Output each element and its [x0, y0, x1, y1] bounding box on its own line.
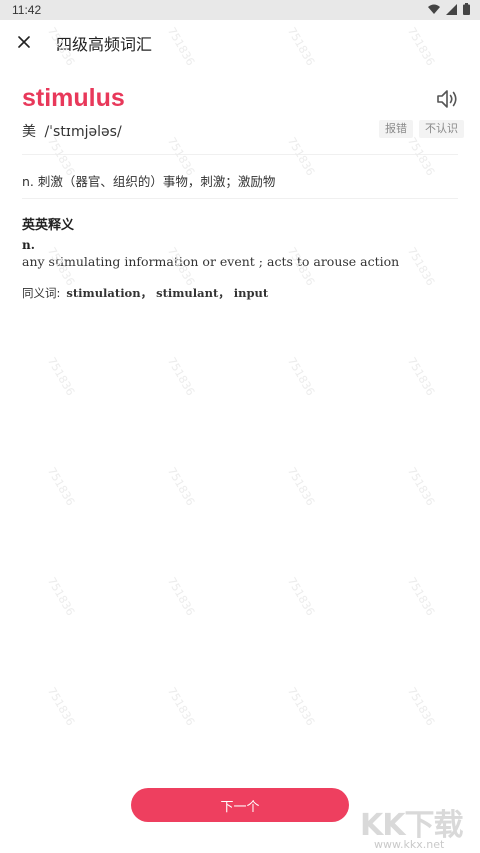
synonyms: 同义词: stimulation， stimulant， input — [22, 285, 268, 301]
page-title: 四级高频词汇 — [56, 35, 153, 54]
divider — [22, 198, 458, 199]
watermark-text: 751836 — [44, 685, 78, 728]
watermark-text: 751836 — [284, 135, 318, 178]
watermark-text: 751836 — [404, 135, 438, 178]
close-button[interactable] — [12, 30, 36, 54]
brand-url: www.kkx.net — [374, 838, 445, 851]
watermark-text: 751836 — [404, 685, 438, 728]
watermark-text: 751836 — [284, 575, 318, 618]
watermark-text: 751836 — [284, 465, 318, 508]
watermark-text: 751836 — [164, 355, 198, 398]
watermark-text: 751836 — [284, 355, 318, 398]
speaker-icon — [437, 90, 457, 108]
system-icons — [428, 3, 470, 15]
brand-watermark: KK下载 www.kkx.net — [360, 800, 478, 852]
headword: stimulus — [22, 84, 125, 112]
watermark-text: 751836 — [404, 465, 438, 508]
close-icon — [18, 36, 30, 48]
phonetic-region: 美 — [22, 124, 36, 140]
watermark-text: 751836 — [164, 465, 198, 508]
next-button[interactable]: 下一个 — [131, 788, 349, 822]
watermark-text: 751836 — [404, 245, 438, 288]
wifi-icon — [428, 4, 440, 14]
unknown-word-button[interactable]: 不认识 — [419, 120, 464, 138]
battery-icon — [463, 3, 470, 15]
phonetic-text: /ˈstɪmjələs/ — [44, 124, 122, 140]
part-of-speech: n. — [22, 238, 35, 252]
english-definition-text: any stimulating information or event ; a… — [22, 254, 400, 269]
status-bar: 11:42 — [0, 0, 480, 20]
pronounce-button[interactable] — [436, 88, 460, 110]
synonyms-list: stimulation， stimulant， input — [66, 286, 269, 300]
chinese-definition: n. 刺激（器官、组织的）事物，刺激；激励物 — [22, 174, 276, 189]
watermark-text: 751836 — [164, 575, 198, 618]
watermark-text: 751836 — [404, 575, 438, 618]
divider — [22, 154, 458, 155]
watermark-text: 751836 — [44, 575, 78, 618]
watermark-text: 751836 — [44, 465, 78, 508]
status-time: 11:42 — [12, 3, 42, 17]
english-definition-title: 英英释义 — [22, 218, 75, 233]
phonetic-line: 美 /ˈstɪmjələs/ — [22, 121, 122, 141]
synonyms-label: 同义词: — [22, 286, 61, 300]
signal-icon — [446, 3, 457, 15]
watermark-text: 751836 — [164, 685, 198, 728]
watermark-text: 751836 — [404, 355, 438, 398]
app-bar: 四级高频词汇 — [0, 20, 480, 64]
report-error-button[interactable]: 报错 — [379, 120, 413, 138]
watermark-text: 751836 — [44, 355, 78, 398]
watermark-text: 751836 — [284, 685, 318, 728]
